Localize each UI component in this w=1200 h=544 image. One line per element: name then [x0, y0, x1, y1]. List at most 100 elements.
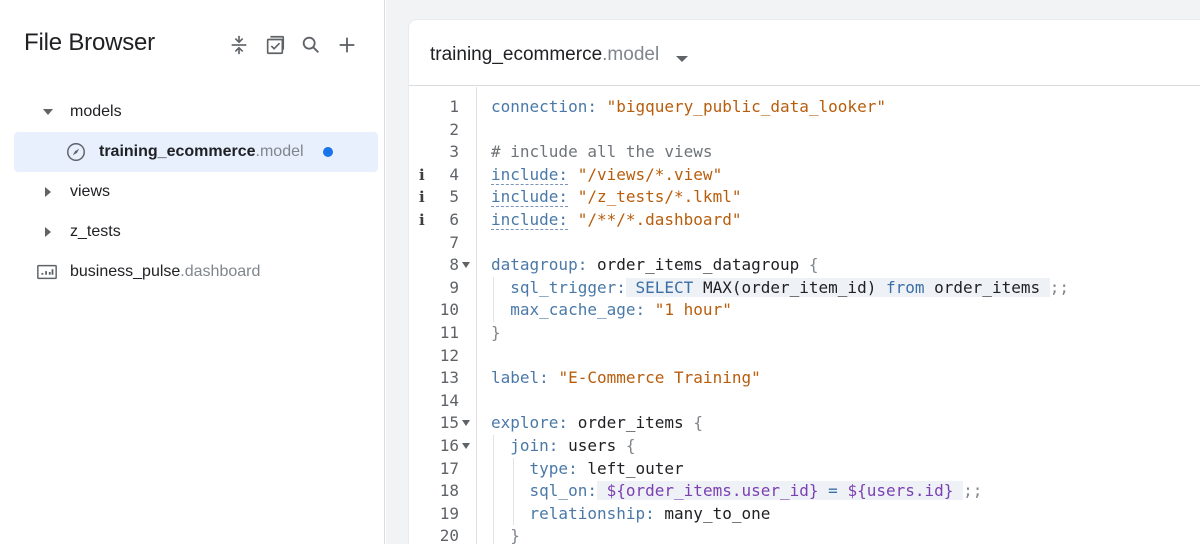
info-marker-icon[interactable]: i	[419, 209, 425, 232]
code-token: include:	[491, 187, 569, 208]
code-line[interactable]: 2	[409, 119, 1200, 142]
tree-folder-models[interactable]: models	[14, 92, 378, 132]
code-token: order_items_datagroup	[596, 255, 800, 275]
file-extension: .dashboard	[180, 263, 261, 280]
line-number: 5	[449, 187, 459, 207]
code-token: sql_on:	[529, 481, 597, 501]
line-number: 3	[449, 142, 459, 162]
file-extension: .model	[255, 143, 304, 160]
code-line[interactable]: 5 i include: "/z_tests/*.lkml"	[409, 186, 1200, 209]
code-text: type: left_outer	[491, 458, 684, 481]
file-menu-dropdown-icon[interactable]	[675, 51, 689, 62]
search-button[interactable]	[298, 32, 324, 58]
info-marker-icon[interactable]: i	[419, 164, 425, 187]
code-token: "/z_tests/*.lkml"	[577, 187, 742, 207]
code-token: {	[808, 255, 819, 275]
code-token: ;;	[1049, 277, 1070, 297]
indent-guide	[493, 276, 494, 322]
code-line[interactable]: 13 label: "E-Commerce Training"	[409, 367, 1200, 390]
code-line[interactable]: 8 datagroup: order_items_datagroup {	[409, 254, 1200, 277]
unsaved-changes-dot	[323, 147, 333, 157]
code-token: order_items	[577, 413, 684, 433]
collapse-all-button[interactable]	[226, 32, 252, 58]
tree-file-business-pulse-dashboard[interactable]: business_pulse.dashboard	[14, 252, 378, 292]
code-token: MAX(order_item_id)	[702, 277, 877, 297]
code-line[interactable]: 18 sql_on: ${order_items.user_id} = ${us…	[409, 480, 1200, 503]
code-token: include:	[491, 164, 569, 185]
fold-toggle-icon[interactable]	[461, 435, 471, 457]
fold-toggle-icon[interactable]	[461, 254, 471, 276]
code-token: datagroup:	[491, 255, 588, 275]
code-token: "1 hour"	[654, 300, 732, 320]
editor-file-name: training_ecommerce	[430, 44, 603, 65]
caret-down-icon[interactable]	[42, 106, 54, 118]
code-text: label: "E-Commerce Training"	[491, 367, 761, 390]
code-token: max_cache_age:	[510, 300, 646, 320]
code-line[interactable]: 6 i include: "/**/*.dashboard"	[409, 209, 1200, 232]
file-browser-sidebar: File Browser models training_ecommerce.m…	[0, 0, 385, 544]
code-line[interactable]: 20 }	[409, 525, 1200, 544]
tree-folder-views[interactable]: views	[14, 172, 378, 212]
indent-guide	[513, 457, 514, 526]
file-name: business_pulse	[70, 263, 181, 280]
sql-block: SELECT MAX(order_item_id) from order_ite…	[625, 277, 1050, 297]
caret-right-icon[interactable]	[42, 186, 54, 198]
line-number: 13	[439, 368, 459, 388]
code-comment: # include all the views	[491, 142, 713, 162]
line-number: 7	[449, 232, 459, 252]
code-token: "bigquery_public_data_looker"	[606, 97, 886, 116]
code-token: "/views/*.view"	[577, 164, 723, 184]
code-line[interactable]: 19 relationship: many_to_one	[409, 503, 1200, 526]
code-editor[interactable]: training_ecommerce.model 1 connection: "b…	[409, 20, 1200, 544]
code-line[interactable]: 7	[409, 232, 1200, 255]
code-token: {	[625, 436, 636, 455]
code-token: type:	[529, 458, 578, 478]
code-line[interactable]: 9 sql_trigger: SELECT MAX(order_item_id)…	[409, 277, 1200, 300]
code-text: }	[491, 525, 520, 544]
editor-file-title[interactable]: training_ecommerce.model	[430, 44, 659, 66]
code-text: include: "/views/*.view"	[491, 164, 722, 187]
code-line[interactable]: 14	[409, 390, 1200, 413]
tree-folder-z-tests[interactable]: z_tests	[14, 212, 378, 252]
code-token: include:	[491, 210, 569, 230]
code-line[interactable]: 1 connection: "bigquery_public_data_looke…	[409, 96, 1200, 119]
editor-file-ext: .model	[602, 44, 660, 65]
code-line[interactable]: 11}	[409, 322, 1200, 345]
info-marker-icon[interactable]: i	[419, 186, 425, 209]
code-token: }	[510, 526, 520, 544]
code-token: {	[693, 413, 703, 433]
code-text: explore: order_items {	[491, 412, 703, 435]
code-text: max_cache_age: "1 hour"	[491, 299, 732, 322]
fold-toggle-icon[interactable]	[461, 412, 471, 434]
code-line[interactable]: 10 max_cache_age: "1 hour"	[409, 299, 1200, 322]
code-line[interactable]: 17 type: left_outer	[409, 458, 1200, 481]
validate-icon	[266, 35, 285, 55]
line-number: 2	[449, 119, 459, 139]
add-file-button[interactable]	[334, 32, 360, 58]
code-text: relationship: many_to_one	[491, 503, 771, 526]
caret-right-icon[interactable]	[42, 226, 54, 238]
code-text: datagroup: order_items_datagroup {	[491, 254, 819, 277]
code-token: "E-Commerce Training"	[558, 368, 761, 388]
code-token: =	[828, 481, 838, 501]
code-token: order_items	[934, 277, 1041, 297]
validate-button[interactable]	[262, 32, 288, 58]
folder-label: models	[70, 103, 122, 120]
code-text: join: users {	[491, 435, 636, 458]
dashboard-icon	[36, 261, 58, 283]
code-text: sql_trigger: SELECT MAX(order_item_id) f…	[491, 277, 1069, 300]
code-line[interactable]: 16 join: users {	[409, 435, 1200, 458]
line-number: 11	[439, 323, 459, 342]
folder-label: views	[70, 183, 111, 200]
code-line[interactable]: 3 # include all the views	[409, 141, 1200, 164]
code-line[interactable]: 4 i include: "/views/*.view"	[409, 164, 1200, 187]
code-text: # include all the views	[491, 141, 713, 164]
code-token: connection:	[491, 97, 597, 116]
code-token: many_to_one	[664, 503, 771, 523]
code-line[interactable]: 12	[409, 345, 1200, 368]
code-line[interactable]: 15 explore: order_items {	[409, 412, 1200, 435]
code-token: relationship:	[529, 503, 655, 523]
tree-file-training-ecommerce-model[interactable]: training_ecommerce.model	[14, 132, 378, 172]
code-token: sql_trigger:	[510, 277, 626, 297]
code-token: users	[568, 436, 617, 455]
